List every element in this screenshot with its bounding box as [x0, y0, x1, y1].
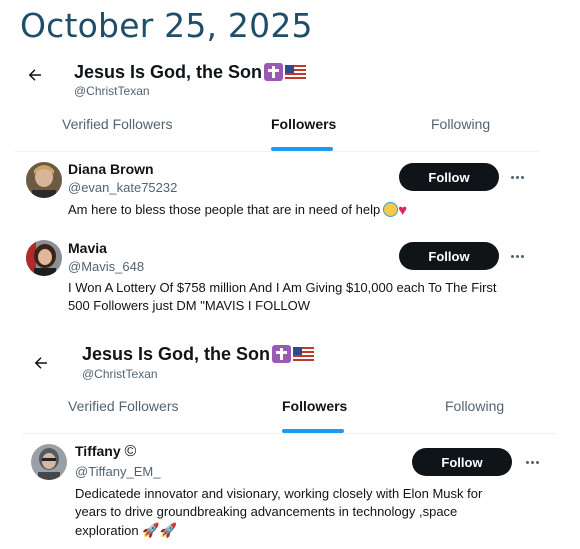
latin-cross-emoji: [264, 63, 284, 81]
red-heart-emoji: ♥: [398, 202, 408, 219]
user-bio-line: 500 Followers just DM "MAVIS I FOLLOW: [68, 298, 311, 313]
tab-verified-followers[interactable]: Verified Followers: [62, 116, 173, 132]
user-name[interactable]: Diana Brown: [68, 161, 154, 177]
rocket-emoji: 🚀: [159, 522, 178, 538]
back-arrow-icon[interactable]: [26, 66, 44, 84]
follow-button[interactable]: Follow: [399, 163, 499, 191]
user-bio: Dedicatede innovator and visionary, work…: [75, 485, 545, 540]
profile-name: Jesus Is God, the Son: [74, 62, 307, 83]
profile-name-text: Jesus Is God, the Son: [74, 62, 263, 82]
more-options-icon[interactable]: [510, 169, 526, 185]
rocket-emoji: 🚀: [142, 522, 160, 538]
list-item[interactable]: Diana Brown @evan_kate75232 Am here to b…: [14, 152, 539, 232]
profile-handle: @ChristTexan: [82, 367, 158, 381]
user-bio-line: exploration: [75, 523, 139, 538]
profile-header: Jesus Is God, the Son @ChristTexan: [14, 52, 539, 104]
profile-header: Jesus Is God, the Son @ChristTexan: [22, 334, 557, 386]
follow-button[interactable]: Follow: [412, 448, 512, 476]
profile-handle: @ChristTexan: [74, 84, 150, 98]
copyright-symbol: ©: [124, 443, 137, 460]
list-item[interactable]: Tiffany © @Tiffany_EM_ Dedicatede innova…: [22, 434, 557, 549]
us-flag-emoji: [293, 347, 315, 361]
follow-button[interactable]: Follow: [399, 242, 499, 270]
tab-following[interactable]: Following: [445, 398, 504, 414]
user-handle[interactable]: @evan_kate75232: [68, 180, 177, 195]
user-handle[interactable]: @Mavis_648: [68, 259, 144, 274]
followers-tabs: Verified Followers Followers Following: [22, 386, 557, 434]
profile-name: Jesus Is God, the Son: [82, 344, 315, 365]
tab-verified-followers[interactable]: Verified Followers: [68, 398, 179, 414]
more-options-icon[interactable]: [525, 454, 541, 470]
user-name[interactable]: Mavia: [68, 240, 107, 256]
followers-tabs: Verified Followers Followers Following: [14, 104, 539, 152]
more-options-icon[interactable]: [510, 248, 526, 264]
user-handle[interactable]: @Tiffany_EM_: [75, 464, 160, 479]
user-bio-line: Dedicatede innovator and visionary, work…: [75, 486, 483, 501]
user-name[interactable]: Tiffany ©: [75, 443, 136, 461]
profile-name-text: Jesus Is God, the Son: [82, 344, 271, 364]
avatar[interactable]: [26, 162, 62, 198]
user-bio: I Won A Lottery Of $758 million And I Am…: [68, 279, 538, 315]
tab-followers[interactable]: Followers: [282, 398, 347, 414]
back-arrow-icon[interactable]: [32, 354, 50, 372]
profile-followers-panel-2: Jesus Is God, the Son @ChristTexan Verif…: [22, 334, 557, 549]
us-flag-emoji: [285, 65, 307, 79]
tab-followers[interactable]: Followers: [271, 116, 336, 132]
avatar[interactable]: [26, 240, 62, 276]
user-bio: Am here to bless those people that are i…: [68, 201, 528, 220]
user-bio-text: Am here to bless those people that are i…: [68, 202, 381, 217]
smiling-face-with-halo-emoji: [383, 202, 399, 217]
active-tab-indicator: [282, 429, 344, 433]
user-name-text: Tiffany: [75, 443, 121, 459]
user-bio-line: I Won A Lottery Of $758 million And I Am…: [68, 280, 497, 295]
latin-cross-emoji: [272, 345, 292, 363]
profile-followers-panel-1: Jesus Is God, the Son @ChristTexan Verif…: [14, 52, 539, 320]
user-bio-line-last: exploration 🚀🚀: [75, 521, 545, 540]
avatar[interactable]: [31, 444, 67, 480]
date-heading: October 25, 2025: [20, 6, 313, 45]
user-bio-line: years to drive groundbreaking advancemen…: [75, 504, 458, 519]
tab-following[interactable]: Following: [431, 116, 490, 132]
active-tab-indicator: [271, 147, 333, 151]
list-item[interactable]: Mavia @Mavis_648 I Won A Lottery Of $758…: [14, 232, 539, 320]
